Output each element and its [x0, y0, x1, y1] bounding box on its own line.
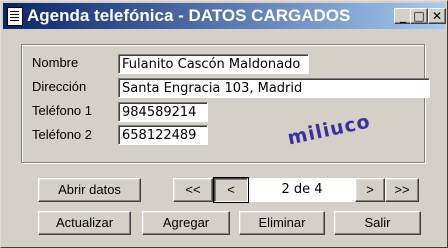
close-button[interactable]: ✕ [428, 8, 446, 24]
nombre-label: Nombre [32, 55, 79, 70]
window-title: Agenda telefónica - DATOS CARGADOS [27, 6, 351, 25]
telefono1-label: Teléfono 1 [32, 103, 92, 118]
record-position-label: 2 de 4 [249, 178, 355, 202]
maximize-button[interactable]: □ [410, 8, 428, 24]
telefono2-label: Teléfono 2 [32, 127, 92, 142]
eliminar-button[interactable]: Eliminar [239, 211, 325, 235]
telefono2-field[interactable]: 658122489 [118, 125, 208, 145]
direccion-label: Dirección [32, 79, 87, 94]
app-window: Agenda telefónica - DATOS CARGADOS _ □ ✕… [0, 0, 448, 248]
abrir-datos-button[interactable]: Abrir datos [38, 178, 141, 202]
previous-record-button[interactable]: < [213, 177, 249, 203]
direccion-field[interactable]: Santa Engracia 103, Madrid [118, 78, 430, 98]
next-record-button[interactable]: > [355, 178, 385, 202]
actualizar-button[interactable]: Actualizar [38, 211, 131, 235]
notepad-icon[interactable] [7, 7, 23, 26]
telefono1-field[interactable]: 984589214 [118, 102, 208, 122]
agregar-button[interactable]: Agregar [142, 211, 230, 235]
nombre-field[interactable]: Fulanito Cascón Maldonado [118, 54, 309, 74]
title-bar[interactable]: Agenda telefónica - DATOS CARGADOS _ □ ✕ [3, 3, 446, 29]
first-record-button[interactable]: << [173, 178, 213, 202]
salir-button[interactable]: Salir [334, 211, 421, 235]
last-record-button[interactable]: >> [385, 178, 419, 202]
